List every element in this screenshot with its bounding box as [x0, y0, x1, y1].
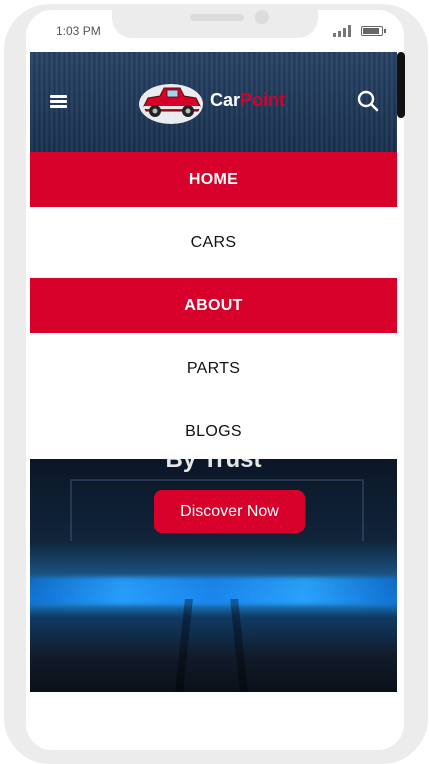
hero-light-glow — [30, 577, 397, 605]
signal-icon — [333, 25, 353, 37]
logo-car-icon[interactable] — [138, 80, 204, 124]
discover-now-button[interactable]: Discover Now — [154, 490, 305, 533]
menu-item-blogs[interactable]: BLOGS — [30, 404, 397, 459]
menu-item-parts[interactable]: PARTS — [30, 333, 397, 404]
menu-item-cars[interactable]: CARS — [30, 207, 397, 278]
phone-camera — [255, 10, 269, 24]
battery-icon — [361, 26, 386, 36]
hero-tire-track — [230, 599, 248, 692]
phone-notch — [112, 4, 318, 38]
logo-text[interactable]: CarPoint — [210, 90, 285, 111]
menu-item-about[interactable]: ABOUT — [30, 278, 397, 333]
scrollbar[interactable] — [397, 52, 405, 118]
logo-text-car: Car — [210, 90, 241, 110]
status-time: 1:03 PM — [56, 24, 101, 38]
logo-text-point: Point — [240, 90, 286, 110]
hamburger-icon[interactable] — [50, 95, 67, 108]
nav-menu: HOME CARS ABOUT PARTS BLOGS — [30, 152, 397, 459]
phone-speaker — [190, 14, 244, 21]
hero-tire-track — [175, 599, 193, 692]
search-icon[interactable] — [357, 90, 379, 112]
menu-item-home[interactable]: HOME — [30, 152, 397, 207]
